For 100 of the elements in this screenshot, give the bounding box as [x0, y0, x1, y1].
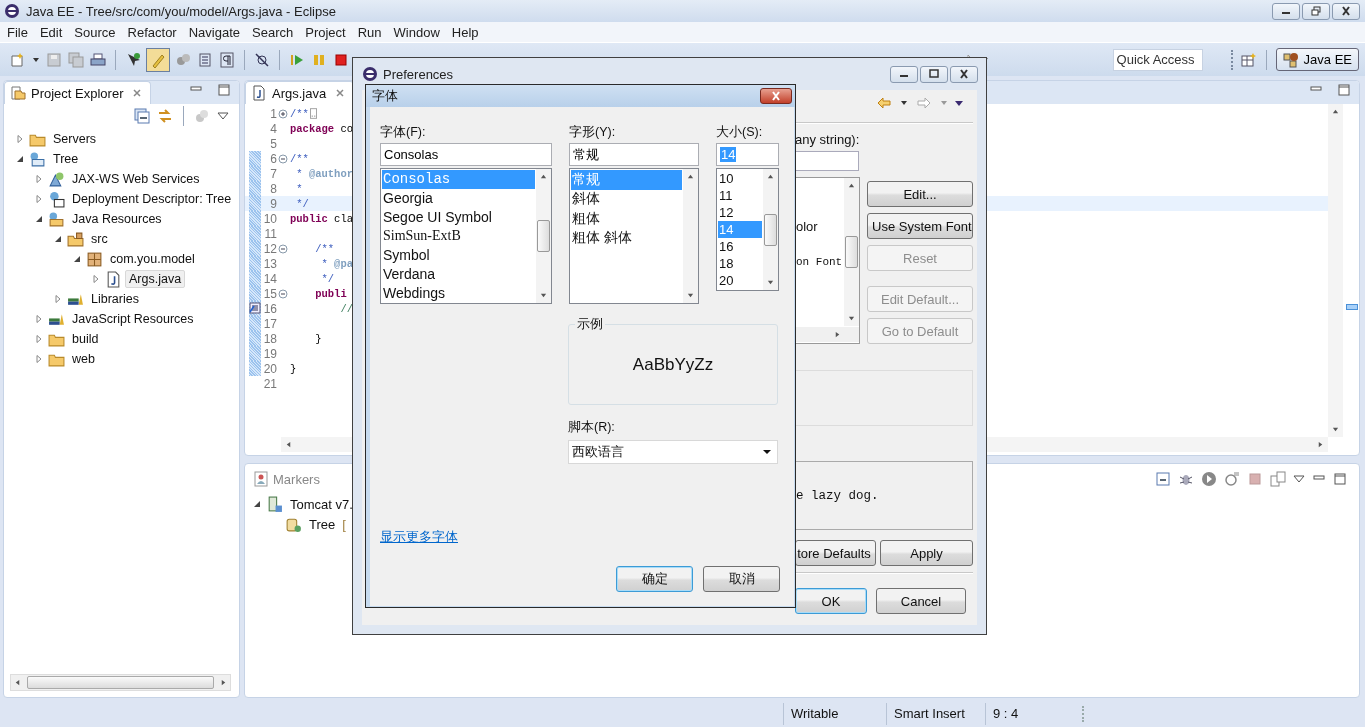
tree-item[interactable]: src: [87, 230, 112, 248]
expand-arrow-icon[interactable]: [35, 355, 43, 363]
tree-item[interactable]: JavaScript Resources: [68, 310, 198, 328]
close-button[interactable]: [1332, 2, 1360, 20]
scroll-arrow-icon[interactable]: [687, 173, 694, 180]
tree-item[interactable]: build: [68, 330, 103, 348]
tree-item[interactable]: Args.java: [125, 270, 186, 288]
menu-item[interactable]: Refactor: [121, 24, 183, 40]
view-menu-icon[interactable]: [955, 99, 963, 107]
list-item[interactable]: on Font: [796, 256, 844, 268]
view-menu-icon[interactable]: [217, 112, 229, 120]
tab-label[interactable]: Args.java: [272, 85, 327, 101]
scroll-thumb[interactable]: [764, 213, 777, 246]
collapse-arrow-icon[interactable]: [253, 500, 261, 508]
tree-item[interactable]: web: [68, 350, 99, 368]
panel-tab[interactable]: Markers: [249, 469, 324, 489]
scrollbar[interactable]: [10, 674, 231, 691]
collapse-all-icon[interactable]: [134, 108, 150, 124]
pilcrow-icon[interactable]: [219, 51, 235, 68]
collapse-arrow-icon[interactable]: [54, 235, 62, 243]
menu-item[interactable]: Navigate: [182, 24, 246, 40]
scrollbar[interactable]: [844, 178, 859, 326]
perspective-button[interactable]: Java EE: [1275, 48, 1359, 71]
scroll-thumb[interactable]: [845, 236, 858, 268]
font-list-item[interactable]: Verdana: [382, 264, 535, 284]
save-icon[interactable]: [46, 51, 62, 68]
menu-item[interactable]: Window: [387, 24, 446, 40]
scroll-arrow-icon[interactable]: [848, 315, 855, 322]
scroll-arrow-icon[interactable]: [767, 279, 774, 286]
collapse-fold-icon[interactable]: [278, 288, 288, 299]
resize-grip[interactable]: [1082, 705, 1086, 722]
menu-item[interactable]: Edit: [33, 24, 69, 40]
scroll-arrow-icon[interactable]: [285, 441, 292, 448]
restore-defaults-button[interactable]: tore Defaults: [795, 540, 876, 566]
cancel-button[interactable]: 取消: [703, 566, 780, 592]
maximize-icon[interactable]: [1333, 472, 1347, 486]
tree-item[interactable]: com.you.model: [106, 250, 199, 268]
apply-button[interactable]: Apply: [880, 540, 973, 566]
list-item[interactable]: olor: [796, 219, 844, 234]
scroll-arrow-icon[interactable]: [540, 292, 547, 299]
font-list-item[interactable]: Georgia: [382, 188, 535, 208]
size-list-item[interactable]: 12: [718, 204, 762, 221]
scroll-thumb[interactable]: [537, 220, 550, 252]
font-list-item[interactable]: Webdings: [382, 283, 535, 302]
ok-button[interactable]: 确定: [616, 566, 693, 592]
scrollbar[interactable]: [796, 327, 859, 342]
stop-icon[interactable]: [333, 51, 349, 68]
size-list-item[interactable]: 16: [718, 238, 762, 255]
scroll-arrow-icon[interactable]: [14, 679, 21, 686]
tree-item[interactable]: Servers: [49, 130, 101, 148]
tree-item[interactable]: Deployment Descriptor: Tree: [68, 190, 236, 208]
close-icon[interactable]: [335, 88, 346, 98]
cursor-icon[interactable]: [125, 51, 141, 68]
font-list-item[interactable]: Segoe UI Symbol: [382, 207, 535, 227]
size-list-item[interactable]: 10: [718, 170, 762, 187]
size-list-item[interactable]: 18: [718, 255, 762, 272]
scrollbar[interactable]: [763, 169, 778, 290]
expand-fold-icon[interactable]: [278, 108, 288, 119]
tree-item[interactable]: Tree: [49, 150, 83, 168]
scroll-arrow-icon[interactable]: [1332, 108, 1339, 115]
close-icon[interactable]: [132, 88, 143, 98]
dropdown-icon[interactable]: [900, 99, 908, 107]
publish-icon[interactable]: [1270, 471, 1286, 487]
new-file-icon[interactable]: [10, 51, 26, 68]
menu-item[interactable]: Search: [246, 24, 300, 40]
marks-icon[interactable]: [175, 51, 191, 68]
skip-breakpoints-icon[interactable]: [254, 51, 270, 68]
view-menu-icon[interactable]: [1293, 475, 1305, 483]
font-list-item[interactable]: SimSun-ExtB: [382, 226, 535, 246]
dialog-button[interactable]: Edit...: [867, 181, 973, 207]
overview-marker[interactable]: [1346, 304, 1358, 310]
open-perspective-icon[interactable]: [1240, 51, 1257, 68]
expand-arrow-icon[interactable]: [35, 195, 43, 203]
scroll-arrow-icon[interactable]: [220, 679, 227, 686]
filter-field[interactable]: [795, 151, 859, 171]
link-icon[interactable]: [157, 108, 173, 124]
close-button[interactable]: [950, 65, 978, 83]
size-list-item[interactable]: 11: [718, 187, 762, 204]
scroll-arrow-icon[interactable]: [848, 182, 855, 189]
expand-arrow-icon[interactable]: [35, 175, 43, 183]
script-dropdown[interactable]: 西欧语言: [568, 440, 778, 464]
tree-item[interactable]: JAX-WS Web Services: [68, 170, 204, 188]
collapse-arrow-icon[interactable]: [73, 255, 81, 263]
scrollbar[interactable]: [1328, 104, 1343, 437]
brush-icon[interactable]: [147, 48, 169, 71]
maximize-button[interactable]: [920, 65, 948, 83]
block-icon[interactable]: [197, 51, 213, 68]
scroll-arrow-icon[interactable]: [1317, 441, 1324, 448]
scroll-arrow-icon[interactable]: [767, 173, 774, 180]
scrollbar[interactable]: [536, 169, 551, 303]
print-icon[interactable]: [90, 51, 106, 68]
expand-arrow-icon[interactable]: [35, 335, 43, 343]
ok-button[interactable]: OK: [795, 588, 867, 614]
tree-item[interactable]: Tree: [305, 514, 340, 534]
menu-item[interactable]: Project: [299, 24, 352, 40]
minimize-button[interactable]: [1272, 2, 1300, 20]
maximize-icon[interactable]: [1337, 82, 1351, 97]
style-list-item[interactable]: 斜体: [571, 189, 682, 209]
dropdown-icon[interactable]: [32, 55, 40, 64]
play-icon[interactable]: [1201, 471, 1217, 487]
